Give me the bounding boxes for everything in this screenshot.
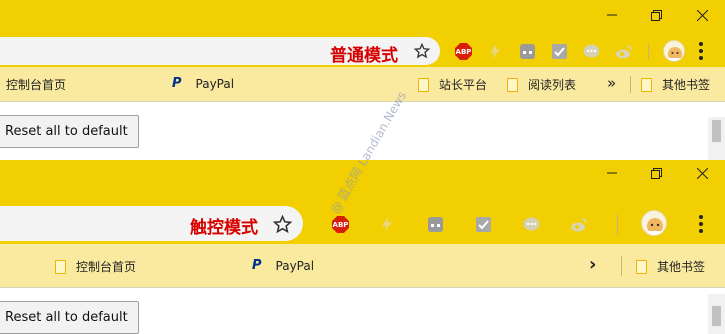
bookmark-label: 站长平台: [439, 78, 488, 92]
abp-icon[interactable]: ABP: [455, 43, 472, 60]
close-icon[interactable]: [680, 160, 724, 186]
bookmark-label: 其他书签: [662, 78, 711, 92]
bookmarks-bar: 控制台首页 P PayPal 站长平台 阅读列表 » 其他书签: [0, 67, 725, 102]
folder-icon: [507, 77, 518, 92]
bookmark-reading-list[interactable]: 阅读列表: [507, 76, 576, 93]
scrollbar-thumb[interactable]: [712, 306, 721, 326]
lightning-icon[interactable]: [487, 43, 503, 60]
menu-icon[interactable]: [694, 211, 708, 237]
toolbar-separator: [617, 214, 618, 235]
toolbar: 普通模式 ABP: [0, 35, 725, 67]
avatar[interactable]: [663, 40, 685, 62]
close-icon[interactable]: [680, 0, 724, 30]
abp-icon[interactable]: ABP: [332, 216, 349, 233]
chat-icon[interactable]: [523, 216, 540, 233]
address-bar[interactable]: 普通模式: [0, 37, 440, 66]
folder-icon: [55, 259, 66, 274]
checkbox-icon[interactable]: [475, 216, 492, 233]
mode-label: 触控模式: [190, 218, 258, 238]
more-bookmarks-chevron[interactable]: ›: [589, 254, 596, 275]
bookmark-other[interactable]: 其他书签: [636, 258, 705, 275]
toolbar: 触控模式 ABP: [0, 202, 725, 244]
bookmark-paypal[interactable]: P PayPal: [252, 258, 314, 273]
bookmark-label: 控制台首页: [6, 78, 67, 92]
gamepad-icon[interactable]: [519, 43, 536, 60]
checkbox-icon[interactable]: [551, 43, 568, 60]
gamepad-icon[interactable]: [427, 216, 444, 233]
bookmark-label: 控制台首页: [76, 260, 137, 274]
menu-icon[interactable]: [694, 39, 708, 63]
folder-icon: [636, 259, 647, 274]
bookmark-other[interactable]: 其他书签: [641, 76, 710, 93]
minimize-icon[interactable]: [590, 160, 634, 186]
reset-button[interactable]: Reset all to default: [0, 115, 139, 148]
restore-icon[interactable]: [634, 160, 678, 186]
bookmark-label: PayPal: [195, 76, 235, 91]
scrollbar[interactable]: [708, 294, 725, 334]
folder-icon: [418, 77, 429, 92]
touch-mode-window: 触控模式 ABP 控制台首页 P PayPal › 其他书签 Reset all…: [0, 160, 725, 334]
bookmark-label: 其他书签: [657, 260, 706, 274]
weibo-icon[interactable]: [614, 43, 632, 60]
page-content: Reset all to default: [0, 288, 725, 334]
bookmark-console-home[interactable]: 控制台首页: [6, 76, 66, 93]
more-bookmarks-chevron[interactable]: »: [607, 74, 616, 92]
paypal-icon: P: [172, 76, 182, 91]
bookmark-star-icon[interactable]: [412, 41, 432, 61]
title-bar: [0, 160, 725, 202]
restore-icon[interactable]: [634, 0, 678, 30]
toolbar-separator: [648, 43, 649, 60]
title-bar: [0, 0, 725, 35]
folder-icon: [641, 77, 652, 92]
lightning-icon[interactable]: [379, 216, 395, 233]
chat-icon[interactable]: [583, 43, 600, 60]
bookmark-console-home[interactable]: 控制台首页: [55, 258, 136, 275]
bookmark-separator: [621, 256, 622, 276]
bookmark-paypal[interactable]: P PayPal: [172, 76, 234, 91]
minimize-icon[interactable]: [590, 0, 634, 30]
page-content: Reset all to default: [0, 102, 725, 160]
bookmark-separator: [630, 76, 631, 93]
bookmark-label: 阅读列表: [528, 78, 577, 92]
paypal-icon: P: [252, 258, 262, 273]
mode-label: 普通模式: [330, 46, 398, 66]
bookmark-label: PayPal: [275, 258, 315, 273]
reset-button[interactable]: Reset all to default: [0, 301, 139, 334]
weibo-icon[interactable]: [569, 216, 587, 233]
scrollbar-thumb[interactable]: [712, 120, 721, 142]
address-bar[interactable]: 触控模式: [0, 206, 303, 241]
bookmark-star-icon[interactable]: [270, 212, 294, 236]
normal-mode-window: 普通模式 ABP 控制台首页 P PayPal 站长平台 阅读列表 » 其他书签…: [0, 0, 725, 160]
avatar[interactable]: [641, 210, 667, 236]
bookmarks-bar: 控制台首页 P PayPal › 其他书签: [0, 244, 725, 288]
bookmark-webmaster[interactable]: 站长平台: [418, 76, 487, 93]
scrollbar[interactable]: [708, 117, 725, 160]
